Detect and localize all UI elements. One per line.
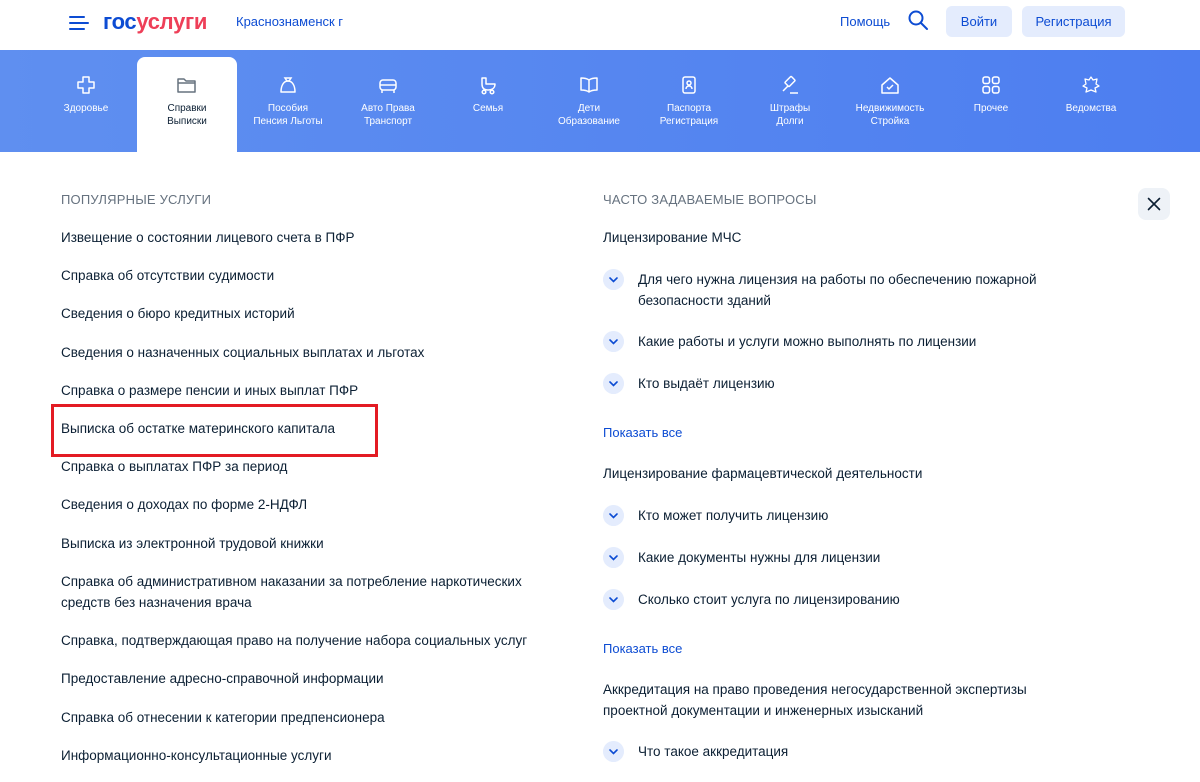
house-icon: [881, 77, 899, 94]
faq-question-continued[interactable]: безопасности зданий: [638, 290, 771, 311]
passport-icon: [682, 76, 696, 94]
category-sublabel: Транспорт: [363, 116, 413, 127]
city-selector[interactable]: Краснознаменск г: [236, 14, 343, 29]
category-bar: Здоровье Справки Выписки Пособия Пенсия …: [0, 50, 1200, 152]
category-fines[interactable]: Штрафы Долги: [740, 50, 840, 152]
category-sublabel: Выписки: [167, 116, 207, 127]
category-label: Недвижимость: [855, 103, 925, 114]
faq-question[interactable]: Кто выдаёт лицензию: [638, 373, 775, 394]
category-label: Паспорта: [666, 103, 712, 114]
service-link[interactable]: Извещение о состоянии лицевого счета в П…: [61, 227, 355, 248]
category-sublabel: Образование: [558, 116, 620, 127]
gosuslugi-logo[interactable]: госуслуги: [103, 9, 207, 35]
help-link[interactable]: Помощь: [840, 14, 890, 29]
show-all-link[interactable]: Показать все: [603, 641, 682, 656]
register-button[interactable]: Регистрация: [1022, 6, 1125, 37]
service-link[interactable]: Выписка из электронной трудовой книжки: [61, 533, 324, 554]
category-auto[interactable]: Авто Права Транспорт: [338, 50, 438, 152]
service-link[interactable]: Предоставление адресно-справочной информ…: [61, 668, 384, 689]
faq-question[interactable]: Что такое аккредитация: [638, 741, 788, 762]
category-other[interactable]: Прочее: [941, 50, 1041, 152]
category-family[interactable]: Семья: [438, 50, 538, 152]
car-icon: [379, 79, 397, 93]
category-sublabel: Пенсия Льготы: [253, 116, 323, 127]
chevron-down-icon[interactable]: [603, 589, 624, 610]
search-icon[interactable]: [907, 9, 929, 31]
category-label: Авто Права: [361, 103, 415, 114]
service-link-continued[interactable]: средств без назначения врача: [61, 592, 252, 613]
stroller-icon: [481, 77, 496, 95]
category-label: Дети: [577, 103, 601, 114]
service-link[interactable]: Справка о выплатах ПФР за период: [61, 456, 287, 477]
health-cross-icon: [77, 76, 95, 94]
faq-group-title: Лицензирование фармацевтической деятельн…: [603, 466, 923, 481]
category-passports[interactable]: Паспорта Регистрация: [639, 50, 739, 152]
logo-text-gos: гос: [103, 9, 137, 34]
faq-question[interactable]: Какие документы нужны для лицензии: [638, 547, 880, 568]
category-label: Здоровье: [63, 103, 109, 114]
category-label: Прочее: [973, 103, 1009, 114]
service-link[interactable]: Сведения о назначенных социальных выплат…: [61, 342, 424, 363]
faq-question[interactable]: Для чего нужна лицензия на работы по обе…: [638, 269, 1037, 290]
popular-services-title: ПОПУЛЯРНЫЕ УСЛУГИ: [61, 192, 212, 207]
service-link[interactable]: Справка об отсутствии судимости: [61, 265, 274, 286]
category-benefits[interactable]: Пособия Пенсия Льготы: [238, 50, 338, 152]
chevron-down-icon[interactable]: [603, 373, 624, 394]
show-all-link[interactable]: Показать все: [603, 425, 682, 440]
folder-icon: [177, 78, 196, 93]
highlight-box: [51, 404, 378, 457]
emblem-icon: [1082, 76, 1100, 93]
chevron-down-icon[interactable]: [603, 741, 624, 762]
category-agencies[interactable]: Ведомства: [1041, 50, 1141, 152]
grid-icon: [982, 76, 1000, 94]
faq-question[interactable]: Какие работы и услуги можно выполнять по…: [638, 331, 976, 352]
service-link[interactable]: Справка о размере пенсии и иных выплат П…: [61, 380, 358, 401]
login-button[interactable]: Войти: [946, 6, 1012, 37]
category-label: Штрафы: [769, 103, 811, 114]
faq-title: ЧАСТО ЗАДАВАЕМЫЕ ВОПРОСЫ: [603, 192, 817, 207]
category-certificates[interactable]: Справки Выписки: [137, 57, 237, 152]
service-link[interactable]: Справка, подтверждающая право на получен…: [61, 630, 527, 651]
category-realty[interactable]: Недвижимость Стройка: [840, 50, 940, 152]
gavel-icon: [782, 75, 798, 94]
category-label: Пособия: [267, 103, 309, 114]
service-link[interactable]: Сведения о доходах по форме 2-НДФЛ: [61, 494, 307, 515]
category-sublabel: Стройка: [870, 116, 910, 127]
faq-group-title-continued: проектной документации и инженерных изыс…: [603, 703, 924, 718]
faq-group-title: Лицензирование МЧС: [603, 230, 742, 245]
book-icon: [580, 77, 598, 93]
category-label: Семья: [472, 103, 504, 114]
top-header: госуслуги Краснознаменск г Помощь Войти …: [0, 0, 1200, 50]
category-sublabel: Долги: [776, 116, 804, 127]
close-icon: [1147, 197, 1161, 211]
close-button[interactable]: [1138, 188, 1170, 220]
faq-question[interactable]: Кто может получить лицензию: [638, 505, 828, 526]
wallet-icon: [280, 77, 296, 93]
category-children[interactable]: Дети Образование: [539, 50, 639, 152]
chevron-down-icon[interactable]: [603, 269, 624, 290]
service-link[interactable]: Информационно-консультационные услуги: [61, 745, 331, 766]
service-link[interactable]: Справка об административном наказании за…: [61, 571, 522, 592]
logo-text-uslugi: услуги: [136, 9, 208, 34]
chevron-down-icon[interactable]: [603, 505, 624, 526]
category-label: Справки: [167, 103, 207, 114]
category-sublabel: Регистрация: [659, 116, 719, 127]
category-label: Ведомства: [1065, 103, 1117, 114]
chevron-down-icon[interactable]: [603, 331, 624, 352]
menu-icon[interactable]: [69, 15, 89, 31]
faq-group-title: Аккредитация на право проведения негосуд…: [603, 682, 1027, 697]
service-link[interactable]: Сведения о бюро кредитных историй: [61, 303, 295, 324]
chevron-down-icon[interactable]: [603, 547, 624, 568]
service-link[interactable]: Справка об отнесении к категории предпен…: [61, 707, 385, 728]
faq-question[interactable]: Сколько стоит услуга по лицензированию: [638, 589, 900, 610]
category-health[interactable]: Здоровье: [36, 50, 136, 152]
